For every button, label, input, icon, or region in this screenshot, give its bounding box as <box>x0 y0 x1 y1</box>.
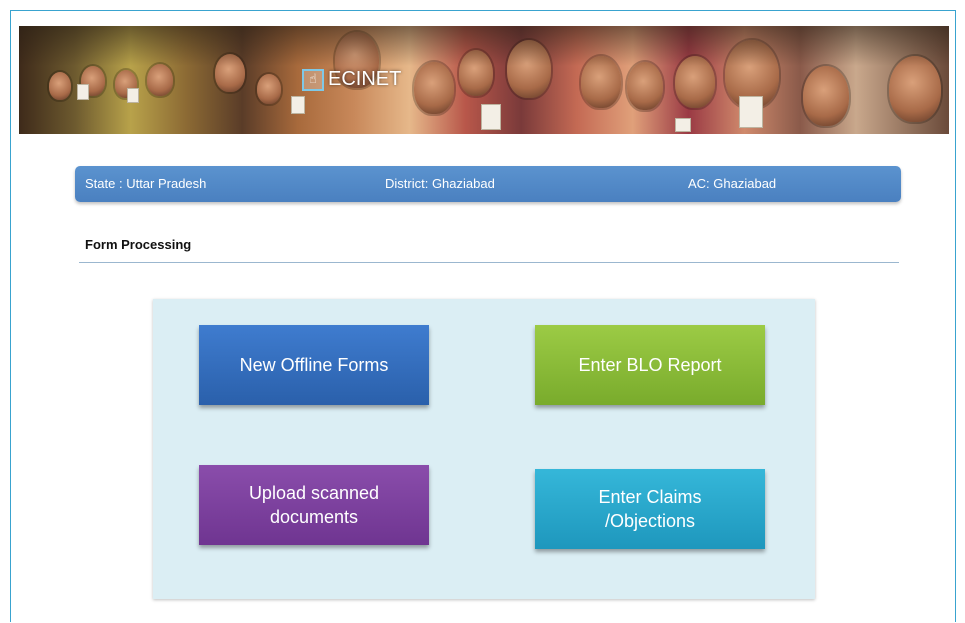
location-info-bar: State : Uttar Pradesh District: Ghaziaba… <box>75 166 901 202</box>
actions-panel: New Offline Forms Enter BLO Report Uploa… <box>153 299 815 599</box>
ecinet-logo: ☝ ECINET <box>302 68 401 91</box>
page-frame: ☝ ECINET State : Uttar Pradesh District:… <box>10 10 956 622</box>
logo-text: ECINET <box>328 68 402 90</box>
enter-blo-report-button[interactable]: Enter BLO Report <box>535 325 765 405</box>
new-offline-forms-button[interactable]: New Offline Forms <box>199 325 429 405</box>
section-divider <box>79 262 899 263</box>
header-banner: ☝ ECINET <box>19 26 949 134</box>
upload-scanned-documents-button[interactable]: Upload scanned documents <box>199 465 429 545</box>
enter-claims-objections-button[interactable]: Enter Claims /Objections <box>535 469 765 549</box>
district-label: District: Ghaziabad <box>385 176 495 191</box>
hand-icon: ☝ <box>302 68 324 91</box>
ac-label: AC: Ghaziabad <box>688 176 777 191</box>
section-title: Form Processing <box>85 237 192 252</box>
state-label: State : Uttar Pradesh <box>85 176 207 191</box>
